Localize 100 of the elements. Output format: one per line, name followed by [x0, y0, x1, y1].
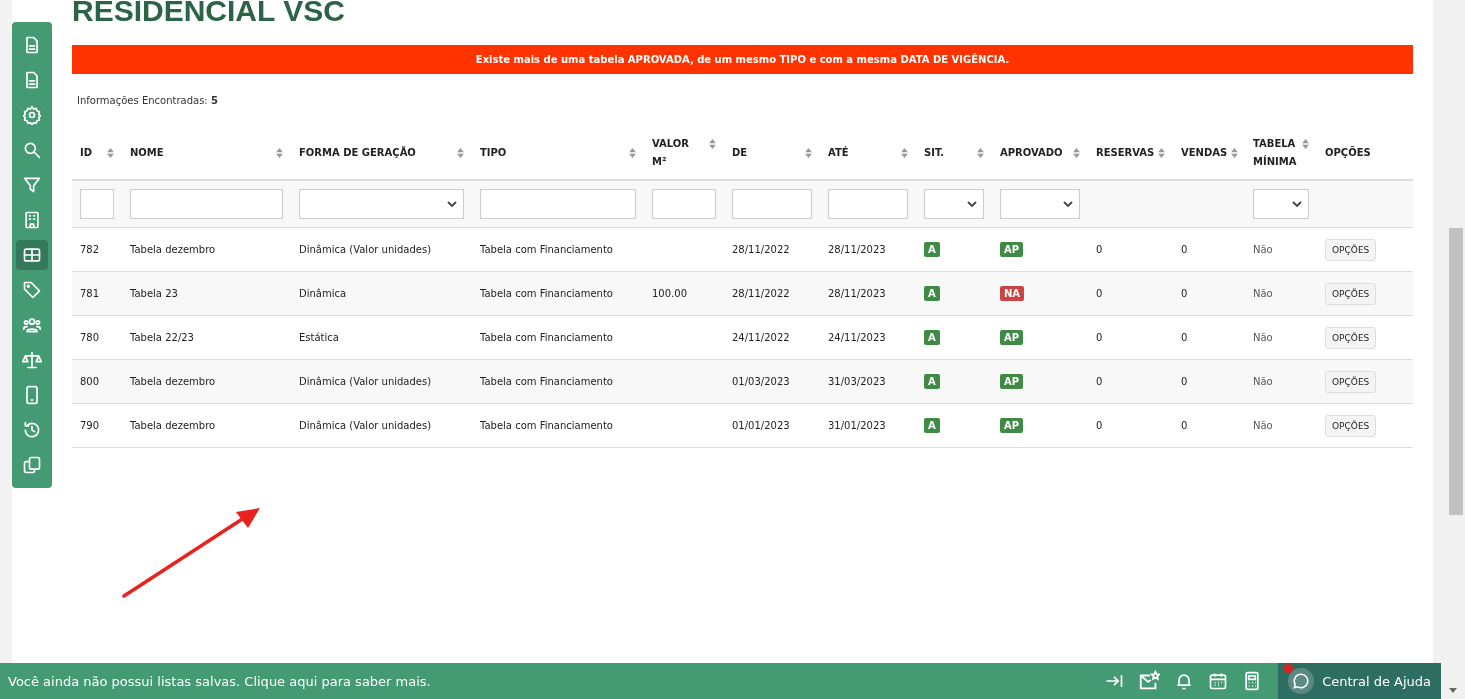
sort-icon[interactable]: [457, 147, 464, 158]
filter-input[interactable]: [828, 189, 908, 219]
table-cell: Tabela com Financiamento: [480, 420, 613, 431]
table-cell: 01/01/2023: [732, 420, 790, 431]
help-center-button[interactable]: Central de Ajuda: [1278, 663, 1441, 699]
scrollbar-thumb[interactable]: [1449, 228, 1463, 515]
filter-input[interactable]: [652, 189, 716, 219]
filter-dropdown[interactable]: [1000, 189, 1080, 219]
sort-icon[interactable]: [977, 147, 984, 158]
table-cell: 0: [1181, 244, 1188, 255]
column-header: SIT.: [924, 145, 945, 160]
sort-icon[interactable]: [1158, 147, 1166, 158]
status-badge: A: [924, 418, 940, 433]
table-cell: Tabela 22/23: [130, 332, 194, 343]
chevron-icon: [447, 201, 457, 207]
filter-input[interactable]: [130, 189, 283, 219]
column-header: DE: [732, 145, 748, 160]
sort-icon[interactable]: [1302, 138, 1309, 149]
table-cell: 0: [1096, 288, 1103, 299]
table-cell: 0: [1181, 332, 1188, 343]
table-cell: 100.00: [652, 288, 687, 299]
filter-dropdown[interactable]: [924, 189, 984, 219]
sort-icon[interactable]: [901, 147, 908, 158]
sort-icon[interactable]: [1073, 147, 1080, 158]
column-header: TABELA MÍNIMA: [1253, 136, 1298, 169]
table-cell: Tabela 23: [130, 288, 178, 299]
table-cell: Tabela dezembro: [130, 244, 216, 255]
table-cell: 0: [1181, 288, 1188, 299]
filter-input[interactable]: [732, 189, 812, 219]
options-button[interactable]: OPÇÕES: [1325, 326, 1377, 349]
chevron-icon: [1292, 201, 1302, 207]
status-badge: AP: [1000, 242, 1024, 257]
chat-icon: [1292, 672, 1311, 690]
table-cell: Dinâmica: [299, 288, 347, 299]
table-cell: Tabela com Financiamento: [480, 244, 613, 255]
table-cell: Tabela com Financiamento: [480, 332, 613, 343]
table-cell: 24/11/2022: [732, 332, 790, 343]
table-cell: Tabela dezembro: [130, 376, 216, 387]
options-button[interactable]: OPÇÕES: [1325, 238, 1377, 261]
status-badge: A: [924, 330, 940, 345]
status-badge: A: [924, 374, 940, 389]
table-cell: Tabela com Financiamento: [480, 376, 613, 387]
column-header: RESERVAS: [1096, 145, 1155, 160]
sort-icon[interactable]: [629, 147, 636, 158]
options-button[interactable]: OPÇÕES: [1325, 282, 1377, 305]
status-badge: A: [924, 286, 940, 301]
table-cell: Não: [1253, 332, 1273, 343]
alert-banner: Existe mais de uma tabela APROVADA, de um mesmo TIPO e com a mesma DATA DE VIGÊNCIA.: [72, 45, 1413, 74]
table-cell: 780: [80, 332, 100, 343]
chevron-icon: [967, 201, 977, 207]
people-icon: [22, 315, 42, 335]
table-cell: 24/11/2023: [828, 332, 886, 343]
table-cell: Dinâmica (Valor unidades): [299, 244, 432, 255]
filter-dropdown[interactable]: [1253, 189, 1309, 219]
table-cell: 0: [1181, 420, 1188, 431]
sort-icon[interactable]: [1231, 147, 1239, 158]
calendar-icon[interactable]: [1208, 671, 1229, 691]
chevron-icon: [1063, 201, 1073, 207]
sort-icon[interactable]: [805, 147, 812, 158]
filter-input[interactable]: [80, 189, 114, 219]
scales-icon: [22, 350, 42, 370]
table-cell: 0: [1096, 376, 1103, 387]
table-cell: 28/11/2022: [732, 244, 790, 255]
table-cell: 28/11/2023: [828, 288, 886, 299]
table-cell: 782: [80, 244, 100, 255]
column-header: TIPO: [480, 145, 507, 160]
table-cell: 01/03/2023: [732, 376, 790, 387]
table-cell: Tabela dezembro: [130, 420, 216, 431]
sort-icon[interactable]: [709, 138, 716, 149]
table-cell: 790: [80, 420, 100, 431]
building-icon: [22, 210, 42, 230]
options-button[interactable]: OPÇÕES: [1325, 370, 1377, 393]
table-cell: Tabela com Financiamento: [480, 288, 613, 299]
table-cell: 31/01/2023: [828, 420, 886, 431]
history-icon: [22, 420, 42, 440]
table-cell: 0: [1096, 420, 1103, 431]
sort-icon[interactable]: [107, 147, 114, 158]
status-badge: AP: [1000, 418, 1024, 433]
column-header: ATÉ: [828, 145, 849, 160]
tag-icon: [22, 280, 42, 300]
sort-icon[interactable]: [276, 147, 283, 158]
table-cell: Não: [1253, 244, 1273, 255]
filter-dropdown[interactable]: [299, 189, 464, 219]
table-cell: 28/11/2022: [732, 288, 790, 299]
table-cell: Dinâmica (Valor unidades): [299, 420, 432, 431]
column-header: VENDAS: [1181, 145, 1228, 160]
sidebar-item[interactable]: [16, 240, 48, 270]
table-cell: 0: [1096, 244, 1103, 255]
column-header: NOME: [130, 145, 164, 160]
table-cell: Não: [1253, 420, 1273, 431]
column-header: ID: [80, 145, 93, 160]
table-cell: 28/11/2023: [828, 244, 886, 255]
scroll-down-icon[interactable]: [1449, 688, 1457, 693]
filter-input[interactable]: [480, 189, 636, 219]
table-cell: 31/03/2023: [828, 376, 886, 387]
column-header: FORMA DE GERAÇÃO: [299, 145, 416, 160]
options-button[interactable]: OPÇÕES: [1325, 414, 1377, 437]
page-title: RESIDENCIAL VSC: [72, 0, 345, 29]
table-cell: Não: [1253, 376, 1273, 387]
mail-star-icon[interactable]: [1138, 670, 1161, 692]
